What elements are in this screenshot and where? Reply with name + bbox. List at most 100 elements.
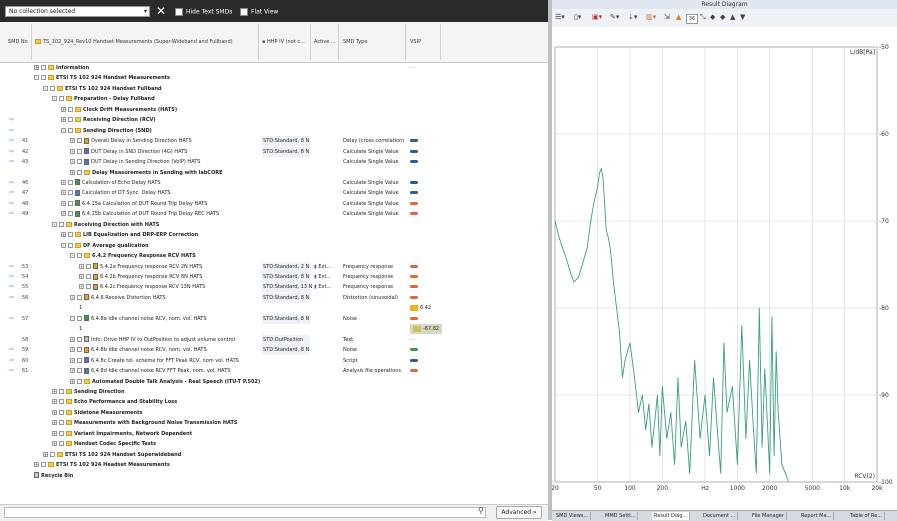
tree-row[interactable]: ⇨ 59 +6.4.8b Idle channel noise RCV, nom. … (0, 345, 548, 356)
tree-row[interactable]: + Information --- (0, 63, 548, 73)
tab-file-manager[interactable]: File Manager (750, 512, 787, 520)
tree-item[interactable]: + Receiving Direction (RCV) (61, 115, 156, 125)
flat-view-toggle[interactable]: Flat View (240, 8, 278, 16)
advanced-button[interactable]: Advanced » (496, 506, 542, 519)
tree-item[interactable]: + DUT Delay in SND Direction (4G) HATS (70, 147, 187, 157)
tree-row[interactable]: - ETSI TS 102 924 Handset Fullband (0, 84, 548, 94)
tree-row[interactable]: - Preparation - Delay Fullband (0, 94, 548, 104)
col-smd-no[interactable]: SMD No (8, 39, 28, 45)
cursor-icon[interactable]: ⇲ (664, 13, 670, 21)
tree-item[interactable]: + Overall Delay in Sending Direction HATS (70, 136, 192, 146)
tree-item[interactable]: +6.4.8d Idle channel noise RCV FFT Peak,… (70, 366, 230, 376)
tree-item[interactable]: - Receiving Direction with HATS (52, 220, 159, 230)
expand-icon[interactable]: + (70, 357, 75, 363)
tree-item[interactable]: + Info: Drive HHP IV to OutPosition to ad… (70, 335, 235, 345)
tree-row[interactable]: + Delay Measurements in Sending with labC… (0, 168, 548, 178)
tree-item[interactable]: + Sidetone Measurements (52, 408, 142, 418)
checkbox[interactable] (68, 211, 73, 217)
checkbox[interactable] (59, 221, 64, 227)
checkbox[interactable] (68, 127, 73, 133)
collapse-icon[interactable]: - (34, 75, 39, 81)
chart-type-icon[interactable]: ▥▾ (646, 13, 656, 21)
move-down-icon[interactable]: ▼ (740, 13, 745, 21)
tree-row[interactable]: - 6.4.2 Frequency Response RCV HATS (0, 251, 548, 261)
tree-row[interactable]: ⇨ 53 +5.4.2a Frequency response RCV 2N HAT… (0, 261, 548, 272)
close-icon[interactable]: ✕ (156, 4, 166, 18)
expand-icon[interactable]: + (61, 232, 66, 238)
expand-icon[interactable]: + (61, 179, 66, 185)
tree-item[interactable]: - DF Average qualication (61, 241, 149, 251)
expand-icon[interactable]: + (61, 106, 66, 112)
checkbox[interactable] (68, 190, 73, 196)
checkbox[interactable] (77, 315, 82, 321)
tree-row[interactable]: ⇨ 42 + DUT Delay in SND Direction (4G) HATS… (0, 146, 548, 157)
checkbox[interactable] (68, 106, 73, 112)
checkbox[interactable] (59, 96, 64, 102)
tree-row[interactable]: ⇨ 61 +6.4.8d Idle channel noise RCV FFT Pe… (0, 366, 548, 376)
checkbox[interactable] (68, 232, 73, 238)
expand-icon[interactable]: + (70, 148, 75, 154)
checkbox[interactable] (77, 336, 82, 342)
checkbox[interactable] (68, 179, 73, 185)
tree-item[interactable]: 1 (79, 324, 82, 334)
collection-select[interactable]: No collection selected ▾ (5, 6, 150, 17)
tree-row[interactable]: 58 + Info: Drive HHP IV to OutPosition to … (0, 334, 548, 345)
tree-item[interactable]: - Sending Direction (SND) (61, 126, 152, 136)
arrow-left-icon[interactable]: ◆ (710, 13, 715, 21)
tree-row[interactable]: + Automated Double Talk Analysis - Real S… (0, 377, 548, 387)
tree-item[interactable]: + Variant Impairments, Network Dependent (52, 429, 192, 439)
tree-row[interactable]: + Variant Impairments, Network Dependent (0, 429, 548, 439)
checkbox[interactable] (59, 388, 64, 394)
checkbox[interactable] (50, 85, 55, 91)
tree-row[interactable]: ⇨ 54 +6.4.2b Frequency response RCV 8N HAT… (0, 272, 548, 282)
tab-table-of-re[interactable]: Table of Re... (848, 512, 886, 520)
expand-icon[interactable]: + (70, 336, 75, 342)
collapse-icon[interactable]: - (61, 242, 66, 248)
tree-item[interactable]: + Handset Codec Specific Tests (52, 439, 156, 449)
tree-row[interactable]: + ETSI TS 102 924 Headset Measurements (0, 460, 548, 470)
tree-row[interactable]: 1 -67.82 (0, 324, 548, 335)
checkbox[interactable] (77, 138, 82, 144)
lock-icon[interactable]: ▲ (676, 13, 681, 21)
expand-icon[interactable]: + (70, 294, 75, 300)
tree-item[interactable]: - 6.4.8a Idle channel noise RCV, nom. vol… (70, 314, 207, 324)
checkbox[interactable] (77, 294, 82, 300)
checkbox[interactable] (68, 200, 73, 206)
expand-icon[interactable]: + (79, 284, 84, 290)
zoom-icon[interactable]: ⤡ (700, 13, 706, 22)
checkbox[interactable] (77, 159, 82, 165)
tree-item[interactable]: +6.4.2b Frequency response RCV 8N HATS (79, 272, 202, 282)
tree-item[interactable]: +6.4.8c Create tol. scheme for FFT Peak … (70, 356, 239, 366)
expand-icon[interactable]: + (70, 159, 75, 165)
tree-item[interactable]: + Calculation of Echo Delay HATS (61, 178, 161, 188)
hide-text-checkbox[interactable] (175, 8, 183, 16)
collapse-icon[interactable]: - (61, 127, 66, 133)
expand-icon[interactable]: + (70, 378, 75, 384)
expand-icon[interactable]: + (34, 65, 39, 70)
expand-icon[interactable]: + (52, 399, 57, 405)
tree-item[interactable]: - Preparation - Delay Fullband (52, 94, 155, 104)
col-hhp[interactable]: ▪ HHP IV (not c... (262, 39, 305, 45)
tab-smd-views[interactable]: SMD Views... (554, 512, 592, 520)
checkbox[interactable] (77, 368, 82, 374)
flat-view-checkbox[interactable] (240, 8, 248, 16)
tree-row[interactable]: - ETSI TS 102 924 Handset Measurements (0, 73, 548, 83)
tab-mmd-setti[interactable]: MMD Setti... (603, 512, 639, 520)
tree-row[interactable]: ⇨ + Receiving Direction (RCV) (0, 115, 548, 125)
checkbox[interactable] (59, 420, 64, 426)
checkbox[interactable] (68, 117, 73, 123)
tree-row[interactable]: ⇨ 57 - 6.4.8a Idle channel noise RCV, nom. … (0, 313, 548, 324)
new-page-icon[interactable]: ▯▾ (574, 13, 581, 21)
checkbox[interactable] (59, 430, 64, 436)
tree-row[interactable]: ⇨ 48 +6.4.15a Calculation of DUT Round Tri… (0, 199, 548, 209)
tree-item[interactable]: + Measurements with Background Noise Tran… (52, 418, 238, 428)
tree-item[interactable]: + Echo Performance and Stability Loss (52, 397, 177, 407)
tab-report-ma[interactable]: Report Ma... (799, 512, 835, 520)
checkbox[interactable] (86, 263, 91, 269)
checkbox[interactable] (77, 169, 82, 175)
tree-item[interactable]: + Delay Measurements in Sending with labC… (70, 168, 223, 178)
tab-document[interactable]: Document ... (701, 512, 739, 520)
col-active[interactable]: Active ... (314, 39, 336, 45)
tree-row[interactable]: Recycle Bin (0, 471, 548, 481)
hide-text-toggle[interactable]: Hide Text SMDs (175, 8, 232, 16)
